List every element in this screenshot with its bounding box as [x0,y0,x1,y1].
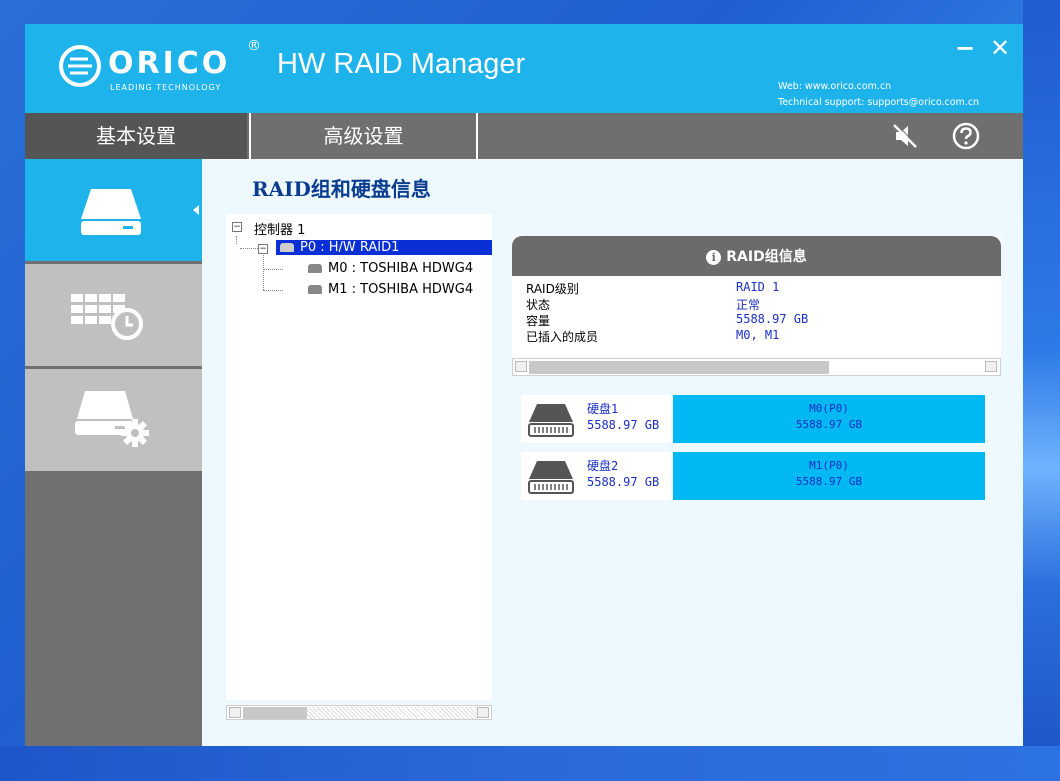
tree-line [263,269,283,270]
tab-basic-settings[interactable]: 基本设置 [25,113,247,159]
scroll-thumb[interactable] [243,707,307,719]
raid-info-panel: i RAID组信息 RAID级别 RAID 1 状态 正常 容量 5588.97 … [512,236,1001,376]
orico-logo-mark-icon [59,45,101,87]
hdd-icon [280,243,294,252]
tree-node-member-1[interactable]: M1 : TOSHIBA HDWG4 [308,282,473,297]
scroll-left-button[interactable] [515,361,527,372]
status-value: 正常 [736,298,761,312]
sidebar [25,159,202,746]
sidebar-item-raid-info[interactable] [25,159,202,261]
scroll-track[interactable] [307,707,477,719]
orico-logo: ORICO LEADING TECHNOLOGY [58,42,238,96]
info-horizontal-scrollbar[interactable] [512,358,1001,376]
disk-size: 5588.97 GB [587,418,660,432]
hdd-icon [308,264,322,273]
tree-line [240,248,258,249]
disk-info: 硬盘1 5588.97 GB [521,395,671,443]
disk-member-id: M1(P0) [809,459,849,472]
device-tree[interactable]: − 控制器 1 − P0 : H/W RAID1 M0 : TOSHIBA HD… [226,214,492,700]
tree-node-raid-label: P0 : H/W RAID1 [300,240,400,255]
registered-mark: ® [247,38,261,54]
disk-name: 硬盘1 [587,402,619,416]
tree-line [263,290,283,291]
disk-name-block: 硬盘2 5588.97 GB [587,458,659,490]
tree-horizontal-scrollbar[interactable] [226,705,492,720]
scroll-left-button[interactable] [229,707,241,718]
hdd-icon [308,285,322,294]
disk-size: 5588.97 GB [587,475,660,489]
contact-info: Web: www.orico.com.cn Technical support:… [778,79,979,111]
desktop-background-right [1023,0,1060,781]
speaker-muted-icon[interactable] [890,121,920,151]
app-title: HW RAID Manager [277,48,526,80]
disk-row-1[interactable]: 硬盘1 5588.97 GB M0(P0) 5588.97 GB [521,395,985,443]
tree-collapse-toggle[interactable]: − [232,222,242,232]
logo-wordmark: ORICO [108,46,231,81]
tree-line [263,252,264,290]
raid-level-label: RAID级别 [526,282,579,296]
scroll-right-button[interactable] [477,707,489,718]
disk-member-id: M0(P0) [809,402,849,415]
disk-info: 硬盘2 5588.97 GB [521,452,671,500]
tree-node-member-0[interactable]: M0 : TOSHIBA HDWG4 [308,261,473,276]
disk-name: 硬盘2 [587,459,619,473]
disk-member-bar[interactable]: M1(P0) 5588.97 GB [673,452,985,500]
tree-collapse-toggle[interactable]: − [258,244,268,254]
tree-node-raid-group[interactable]: P0 : H/W RAID1 [276,240,492,255]
tree-node-controller[interactable]: 控制器 1 [254,219,305,238]
status-label: 状态 [526,298,551,312]
tree-node-member-label: M1 : TOSHIBA HDWG4 [328,282,474,297]
hard-drive-icon [528,461,574,494]
info-icon: i [706,250,722,265]
disk-row-2[interactable]: 硬盘2 5588.97 GB M1(P0) 5588.97 GB [521,452,985,500]
drive-settings-icon [75,391,149,447]
tree-node-member-label: M0 : TOSHIBA HDWG4 [328,261,474,276]
raid-level-value: RAID 1 [736,280,780,294]
title-bar[interactable]: ORICO LEADING TECHNOLOGY ® HW RAID Manag… [25,24,1023,113]
page-title: RAID组和硬盘信息 [252,177,431,201]
sidebar-item-schedule[interactable] [25,264,202,366]
support-email-text: Technical support: supports@orico.com.cn [778,97,980,108]
help-icon[interactable] [951,121,981,151]
tab-bar: 基本设置 高级设置 [25,113,1023,159]
capacity-value: 5588.97 GB [736,312,809,326]
scroll-right-button[interactable] [985,361,997,372]
disk-member-size: 5588.97 GB [795,418,863,431]
active-pointer [193,205,199,215]
tab-advanced-settings[interactable]: 高级设置 [249,113,478,159]
tree-line [236,236,237,244]
disk-name-block: 硬盘1 5588.97 GB [587,401,659,433]
capacity-label: 容量 [526,314,551,328]
logo-tagline: LEADING TECHNOLOGY [110,83,222,92]
scroll-thumb[interactable] [529,361,829,374]
hard-drive-icon [81,189,141,235]
minimize-button[interactable]: − [955,34,975,62]
raid-info-header: i RAID组信息 [512,236,1001,276]
hard-drive-icon [528,404,574,437]
sidebar-item-drive-settings[interactable] [25,369,202,471]
members-label: 已插入的成员 [526,330,599,344]
website-text: Web: www.orico.com.cn [778,81,892,92]
close-button[interactable]: ✕ [990,34,1010,62]
raid-info-title: RAID组信息 [726,249,807,265]
members-value: M0, M1 [736,328,780,342]
table-clock-icon [71,294,143,340]
disk-member-size: 5588.97 GB [795,475,863,488]
desktop-background-bottom [0,746,1060,781]
main-content: RAID组和硬盘信息 − 控制器 1 − P0 : H/W RAID1 M0 :… [202,159,1023,746]
disk-member-bar[interactable]: M0(P0) 5588.97 GB [673,395,985,443]
app-window: ORICO LEADING TECHNOLOGY ® HW RAID Manag… [25,24,1023,746]
